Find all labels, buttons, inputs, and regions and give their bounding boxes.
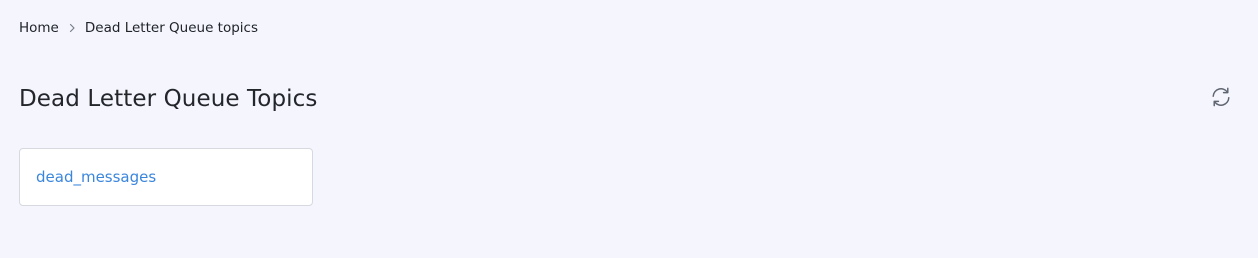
- page-header: Dead Letter Queue Topics: [19, 80, 1239, 118]
- topic-link[interactable]: dead_messages: [36, 168, 156, 186]
- breadcrumb-current: Dead Letter Queue topics: [84, 20, 259, 36]
- breadcrumb: Home Dead Letter Queue topics: [19, 19, 258, 37]
- page-title: Dead Letter Queue Topics: [19, 86, 318, 112]
- refresh-button[interactable]: [1205, 83, 1237, 115]
- refresh-icon: [1210, 86, 1232, 112]
- topic-card[interactable]: dead_messages: [19, 148, 313, 206]
- breadcrumb-home-link[interactable]: Home: [19, 20, 59, 36]
- chevron-right-icon: [59, 19, 85, 37]
